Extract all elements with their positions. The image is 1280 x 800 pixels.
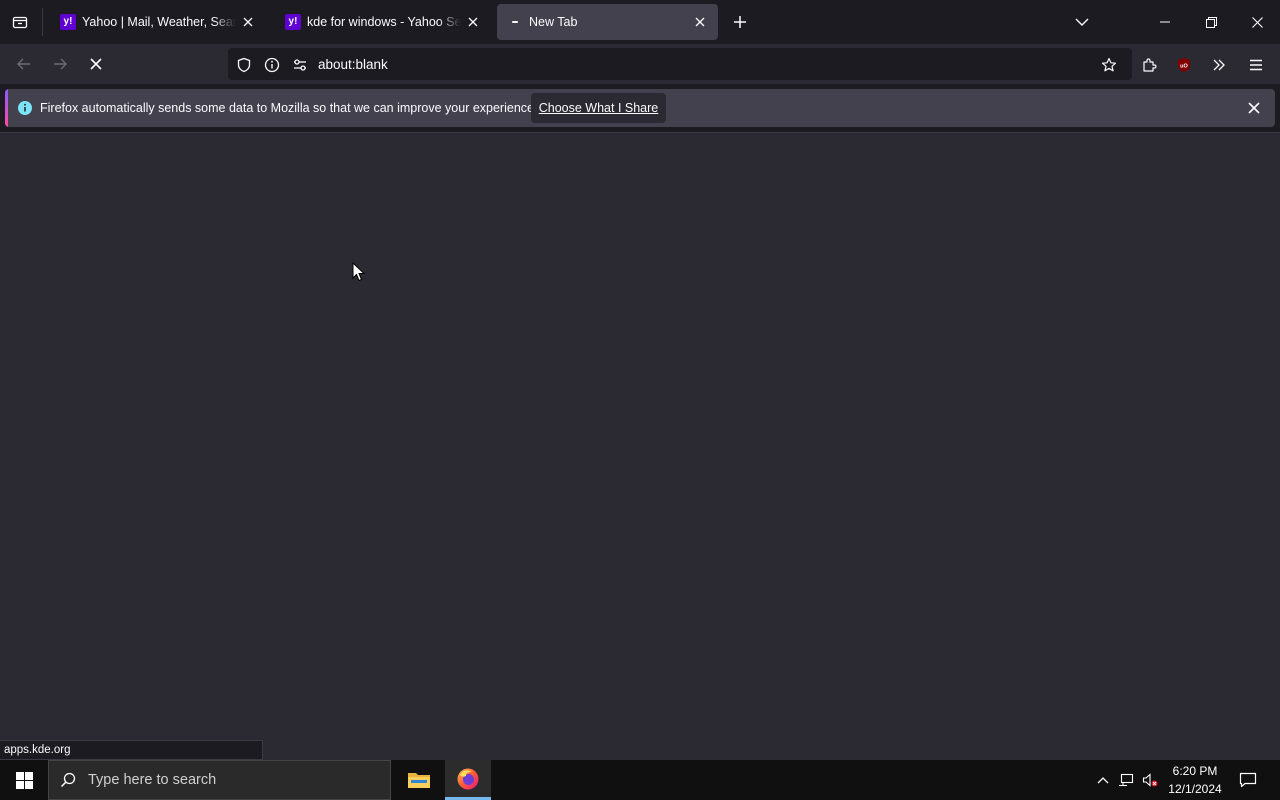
firefox-taskbar-button[interactable] bbox=[445, 760, 491, 798]
data-reporting-notification: Firefox automatically sends some data to… bbox=[5, 89, 1275, 127]
more-tools-button[interactable] bbox=[1207, 53, 1231, 77]
firefox-view-button[interactable] bbox=[8, 10, 32, 34]
extensions-button[interactable] bbox=[1137, 53, 1161, 77]
info-icon bbox=[264, 57, 280, 73]
tab-title: kde for windows - Yahoo Search bbox=[307, 15, 461, 29]
file-explorer-taskbar-button[interactable] bbox=[396, 760, 442, 800]
close-tab-icon[interactable] bbox=[692, 14, 708, 30]
hamburger-menu-icon bbox=[1250, 59, 1262, 71]
chevron-up-icon bbox=[1097, 777, 1109, 784]
restore-icon bbox=[1205, 16, 1217, 28]
svg-text:uO: uO bbox=[1180, 64, 1188, 70]
firefox-view-icon bbox=[12, 16, 28, 29]
mouse-pointer-icon bbox=[352, 262, 366, 282]
tab-new-tab[interactable]: New Tab bbox=[497, 4, 718, 40]
yahoo-icon: y! bbox=[60, 14, 76, 30]
star-icon bbox=[1101, 57, 1117, 72]
choose-what-i-share-label: Choose What I Share bbox=[538, 101, 659, 115]
notification-accent bbox=[5, 89, 8, 127]
tab-separator bbox=[42, 8, 43, 36]
ublock-origin-button[interactable]: uO bbox=[1172, 53, 1196, 77]
minimize-button[interactable] bbox=[1142, 4, 1188, 40]
page-content[interactable] bbox=[0, 132, 1280, 760]
tracking-protection-button[interactable] bbox=[234, 55, 254, 75]
forward-arrow-icon bbox=[54, 58, 67, 70]
app-menu-button[interactable] bbox=[1244, 53, 1268, 77]
network-icon bbox=[1119, 773, 1134, 787]
close-icon bbox=[1248, 102, 1260, 114]
permissions-sliders-icon bbox=[294, 59, 306, 71]
volume-button[interactable] bbox=[1140, 770, 1160, 790]
network-button[interactable] bbox=[1116, 770, 1136, 790]
action-center-button[interactable] bbox=[1236, 768, 1260, 792]
tab-yahoo-home[interactable]: y! Yahoo | Mail, Weather, Search, Politi… bbox=[50, 4, 266, 40]
minimize-icon bbox=[1160, 21, 1170, 23]
close-icon bbox=[1251, 16, 1263, 28]
close-notification-button[interactable] bbox=[1245, 99, 1263, 117]
close-tab-icon[interactable] bbox=[465, 14, 481, 30]
back-arrow-icon bbox=[17, 58, 30, 70]
ublock-shield-icon: uO bbox=[1178, 58, 1190, 72]
tab-kde-search[interactable]: y! kde for windows - Yahoo Search bbox=[275, 4, 491, 40]
bookmark-page-button[interactable] bbox=[1098, 54, 1120, 76]
back-button[interactable] bbox=[12, 52, 36, 76]
choose-what-i-share-button[interactable]: Choose What I Share bbox=[531, 93, 666, 123]
firefox-icon bbox=[457, 768, 479, 790]
site-info-button[interactable] bbox=[262, 55, 282, 75]
close-tab-icon[interactable] bbox=[240, 14, 256, 30]
new-tab-button[interactable] bbox=[728, 10, 752, 34]
tab-title: Yahoo | Mail, Weather, Search, Politics bbox=[82, 15, 236, 29]
yahoo-favicon-letters: y! bbox=[60, 14, 76, 30]
tab-title: New Tab bbox=[529, 15, 578, 29]
restore-button[interactable] bbox=[1188, 4, 1234, 40]
stop-icon bbox=[90, 58, 102, 70]
shield-icon bbox=[237, 57, 251, 73]
show-hidden-icons-button[interactable] bbox=[1094, 770, 1112, 790]
clock-time[interactable]: 6:20 PM bbox=[1165, 764, 1225, 778]
loading-dot-icon bbox=[507, 14, 523, 30]
windows-logo-icon bbox=[15, 771, 33, 789]
stop-loading-button[interactable] bbox=[84, 52, 108, 76]
clock-date[interactable]: 12/1/2024 bbox=[1165, 782, 1225, 796]
chevron-down-icon bbox=[1075, 18, 1089, 26]
plus-icon bbox=[734, 16, 746, 28]
forward-button[interactable] bbox=[48, 52, 72, 76]
puzzle-piece-icon bbox=[1143, 58, 1157, 72]
taskbar-search-placeholder[interactable]: Type here to search bbox=[88, 772, 216, 788]
url-text[interactable]: about:blank bbox=[318, 57, 388, 72]
yahoo-icon: y! bbox=[285, 14, 301, 30]
notification-message: Firefox automatically sends some data to… bbox=[40, 101, 538, 115]
info-icon bbox=[17, 100, 33, 116]
yahoo-favicon-letters: y! bbox=[285, 14, 301, 30]
file-explorer-icon bbox=[408, 773, 430, 788]
volume-muted-icon bbox=[1142, 773, 1158, 787]
start-button[interactable] bbox=[0, 760, 48, 800]
close-window-button[interactable] bbox=[1234, 4, 1280, 40]
permissions-button[interactable] bbox=[290, 55, 310, 75]
list-all-tabs-button[interactable] bbox=[1070, 10, 1094, 34]
notifications-icon bbox=[1239, 772, 1257, 788]
search-icon bbox=[58, 770, 78, 790]
link-status-panel: apps.kde.org bbox=[0, 740, 263, 760]
double-chevron-right-icon bbox=[1213, 59, 1225, 71]
